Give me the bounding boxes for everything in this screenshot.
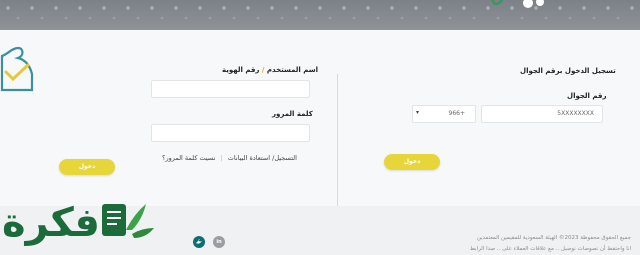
login-panel: تسجيل الدخول برقم الجوال رقم الجوال 5XXX… (0, 30, 640, 226)
linkedin-glyph: in (216, 239, 222, 245)
copyright-line-1: جميع الحقوق محفوظة 2023© الهيئة السعودية… (476, 235, 631, 241)
forgot-password-link[interactable]: نسيت كلمة المرور؟ (162, 154, 215, 162)
watermark-text: فكرة (2, 200, 100, 246)
register-link[interactable]: التسجيل/ استعادة البيانات (228, 154, 297, 162)
label-separator: / (261, 66, 265, 74)
username-label-text: اسم المستخدم (266, 66, 319, 74)
username-input[interactable] (151, 80, 310, 98)
linkedin-icon[interactable]: in (213, 236, 225, 248)
link-separator: | (220, 154, 223, 162)
id-label-text: رقم الهوية (222, 66, 260, 74)
phone-input[interactable]: 5XXXXXXXX (481, 105, 603, 123)
twitter-bird-icon (195, 239, 202, 244)
account-links: التسجيل/ استعادة البيانات | نسيت كلمة ال… (162, 154, 297, 162)
password-label: كلمة المرور (272, 110, 313, 118)
panel-divider (337, 74, 338, 226)
phone-placeholder: 5XXXXXXXX (557, 110, 594, 117)
mobile-login-button[interactable]: دخول (384, 154, 440, 170)
phone-label: رقم الجوال (567, 92, 607, 100)
country-code-select[interactable]: ▾ 966+ (412, 105, 476, 123)
header-logo-icon (491, 0, 544, 8)
mobile-login-title: تسجيل الدخول برقم الجوال (520, 67, 616, 75)
username-label: اسم المستخدم / رقم الهوية (222, 66, 318, 74)
password-input[interactable] (151, 124, 310, 142)
login-button[interactable]: دخول (59, 159, 115, 175)
copyright-line-2: انا واحتفظ أن نصوصات نوصيل .. مع علاقات … (469, 246, 631, 252)
twitter-icon[interactable] (193, 236, 205, 248)
country-code-value: 966+ (448, 110, 465, 117)
chevron-down-icon: ▾ (416, 109, 420, 116)
header-band (0, 0, 640, 30)
authority-logo-icon (0, 46, 34, 92)
